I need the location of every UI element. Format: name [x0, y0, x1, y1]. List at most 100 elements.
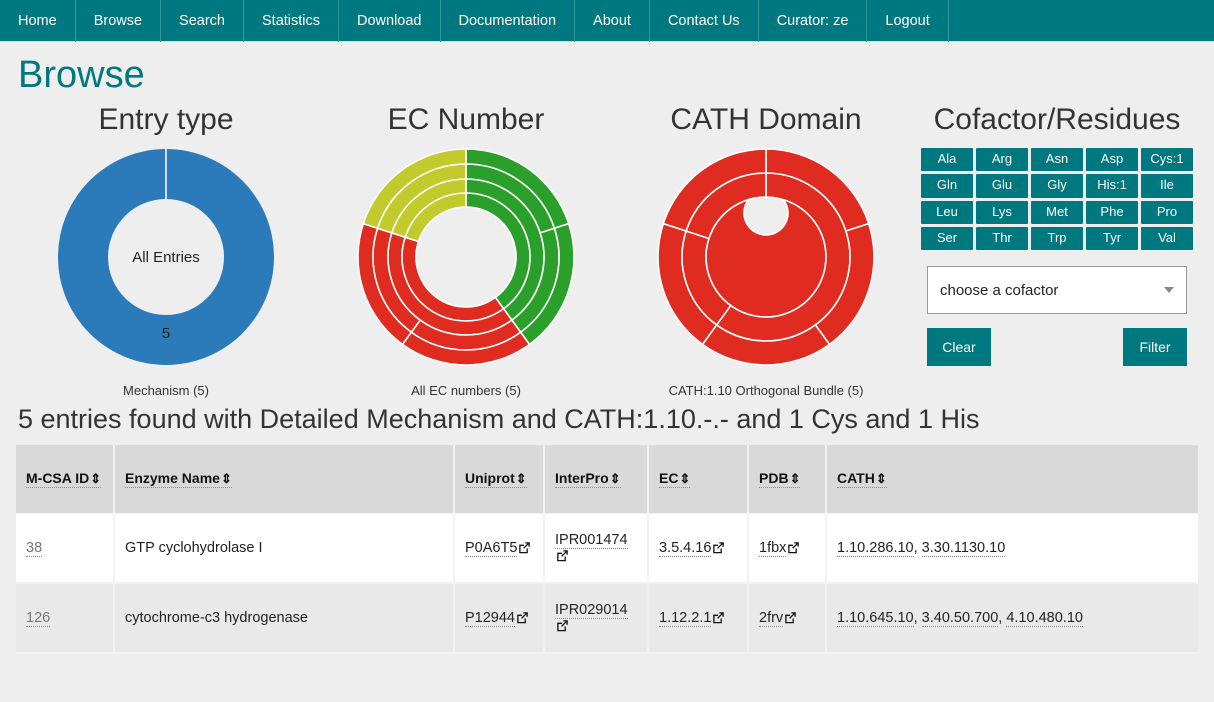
col-interpro-label: InterPro⇕ [555, 470, 621, 489]
table-row: 38 GTP cyclohydrolase I P0A6T5 IPR001474 3.5… [16, 513, 1198, 584]
sort-arrow-icon[interactable]: ⇕ [610, 471, 621, 486]
nav-about[interactable]: About [575, 0, 650, 42]
sort-arrow-icon[interactable]: ⇕ [516, 471, 527, 486]
main-navigation: Home Browse Search Statistics Download Docume… [0, 0, 1214, 42]
external-link-icon[interactable] [712, 611, 725, 624]
residue-leu[interactable]: Leu [921, 200, 973, 224]
nav-logout[interactable]: Logout [867, 0, 949, 42]
residue-met[interactable]: Met [1031, 200, 1083, 224]
sort-arrow-icon[interactable]: ⇕ [790, 471, 801, 486]
nav-documentation[interactable]: Documentation [441, 0, 576, 42]
residue-arg[interactable]: Arg [976, 148, 1028, 172]
external-link-icon[interactable] [516, 611, 529, 624]
cell-ec[interactable]: 1.12.2.1 [648, 583, 749, 654]
sort-arrow-icon[interactable]: ⇕ [221, 471, 232, 486]
ec-number-heading: EC Number [387, 103, 545, 136]
nav-home[interactable]: Home [0, 0, 76, 42]
cath-separator: , [913, 539, 922, 556]
sort-arrow-icon[interactable]: ⇕ [90, 471, 101, 486]
entry-type-donut[interactable]: All Entries 5 [51, 142, 281, 377]
residue-lys[interactable]: Lys [976, 200, 1028, 224]
residue-ala[interactable]: Ala [921, 148, 973, 172]
entry-type-donut-svg[interactable]: All Entries 5 [51, 142, 281, 372]
cath-domain-sunburst-svg[interactable] [651, 142, 881, 372]
nav-search[interactable]: Search [161, 0, 244, 42]
nav-browse[interactable]: Browse [76, 0, 162, 42]
residue-thr[interactable]: Thr [976, 226, 1028, 250]
ec-number-sunburst-svg[interactable] [351, 142, 581, 372]
cell-cath[interactable]: 1.10.286.10, 3.30.1130.10 [826, 513, 1198, 584]
residue-phe[interactable]: Phe [1086, 200, 1138, 224]
entry-type-caption: Mechanism (5) [123, 383, 209, 398]
cell-interpro[interactable]: IPR029014 [544, 583, 649, 654]
residue-gln[interactable]: Gln [921, 174, 973, 198]
cell-pdb[interactable]: 2frv [748, 583, 827, 654]
charts-row: Entry type All Entries 5 Mechanism (5) E… [16, 103, 1198, 398]
col-enzyme-name[interactable]: Enzyme Name⇕ [114, 445, 455, 514]
nav-curator[interactable]: Curator: ze [759, 0, 868, 42]
chevron-down-icon [1164, 287, 1174, 293]
cell-ec[interactable]: 3.5.4.16 [648, 513, 749, 584]
nav-download[interactable]: Download [339, 0, 441, 42]
col-pdb-label: PDB⇕ [759, 470, 801, 489]
entry-type-count-label: 5 [162, 325, 170, 342]
ec-number-sunburst[interactable] [351, 142, 581, 377]
nav-contact-us[interactable]: Contact Us [650, 0, 759, 42]
residue-trp[interactable]: Trp [1031, 226, 1083, 250]
residue-glu[interactable]: Glu [976, 174, 1028, 198]
table-row: 126 cytochrome-c3 hydrogenase P12944 IPR029… [16, 583, 1198, 654]
residue-asp[interactable]: Asp [1086, 148, 1138, 172]
cell-mcsa-id[interactable]: 126 [16, 583, 115, 654]
residue-tyr[interactable]: Tyr [1086, 226, 1138, 250]
col-uniprot-label: Uniprot⇕ [465, 470, 527, 489]
cell-mcsa-id[interactable]: 38 [16, 513, 115, 584]
col-cath[interactable]: CATH⇕ [826, 445, 1198, 514]
sort-arrow-icon[interactable]: ⇕ [679, 471, 690, 486]
filter-button[interactable]: Filter [1123, 328, 1187, 366]
col-pdb[interactable]: PDB⇕ [748, 445, 827, 514]
cell-enzyme-name: cytochrome-c3 hydrogenase [114, 583, 455, 654]
col-mcsa-id[interactable]: M-CSA ID⇕ [16, 445, 115, 514]
cofactor-select-value: choose a cofactor [940, 281, 1059, 299]
residue-ser[interactable]: Ser [921, 226, 973, 250]
cath-domain-sunburst[interactable] [651, 142, 881, 377]
col-uniprot[interactable]: Uniprot⇕ [454, 445, 545, 514]
cell-pdb[interactable]: 1fbx [748, 513, 827, 584]
cell-cath[interactable]: 1.10.645.10, 3.40.50.700, 4.10.480.10 [826, 583, 1198, 654]
cell-interpro[interactable]: IPR001474 [544, 513, 649, 584]
entry-type-center-label: All Entries [132, 249, 200, 266]
cofactor-residues-panel: Cofactor/Residues Ala Arg Asn Asp Cys:1 Gln Gl… [916, 103, 1198, 366]
ec-number-chart: EC Number All EC numbers (5) [316, 103, 616, 398]
col-interpro[interactable]: InterPro⇕ [544, 445, 649, 514]
residue-asn[interactable]: Asn [1031, 148, 1083, 172]
residue-gly[interactable]: Gly [1031, 174, 1083, 198]
clear-button[interactable]: Clear [927, 328, 991, 366]
nav-statistics[interactable]: Statistics [244, 0, 340, 42]
external-link-icon[interactable] [556, 549, 569, 562]
residue-his[interactable]: His:1 [1086, 174, 1138, 198]
sort-arrow-icon[interactable]: ⇕ [876, 471, 887, 486]
external-link-icon[interactable] [518, 541, 531, 554]
results-table: M-CSA ID⇕ Enzyme Name⇕ Uniprot⇕ InterPro⇕ EC… [16, 445, 1198, 654]
col-mcsa-id-label: M-CSA ID⇕ [26, 470, 102, 489]
residue-ile[interactable]: Ile [1141, 174, 1193, 198]
table-header-row: M-CSA ID⇕ Enzyme Name⇕ Uniprot⇕ InterPro⇕ EC… [16, 445, 1198, 514]
external-link-icon[interactable] [787, 541, 800, 554]
cofactor-select[interactable]: choose a cofactor [927, 266, 1187, 314]
nav-filler [949, 0, 1214, 41]
col-enzyme-name-label: Enzyme Name⇕ [125, 470, 232, 489]
residue-pro[interactable]: Pro [1141, 200, 1193, 224]
cath-domain-heading: CATH Domain [670, 103, 862, 136]
cell-uniprot[interactable]: P12944 [454, 583, 545, 654]
external-link-icon[interactable] [556, 619, 569, 632]
cell-uniprot[interactable]: P0A6T5 [454, 513, 545, 584]
external-link-icon[interactable] [784, 611, 797, 624]
cath-separator: , [913, 610, 922, 626]
col-ec[interactable]: EC⇕ [648, 445, 749, 514]
col-cath-label: CATH⇕ [837, 470, 887, 489]
external-link-icon[interactable] [712, 541, 725, 554]
entry-type-chart: Entry type All Entries 5 Mechanism (5) [16, 103, 316, 398]
result-heading: 5 entries found with Detailed Mechanism … [18, 404, 980, 434]
residue-val[interactable]: Val [1141, 226, 1193, 250]
residue-cys[interactable]: Cys:1 [1141, 148, 1193, 172]
